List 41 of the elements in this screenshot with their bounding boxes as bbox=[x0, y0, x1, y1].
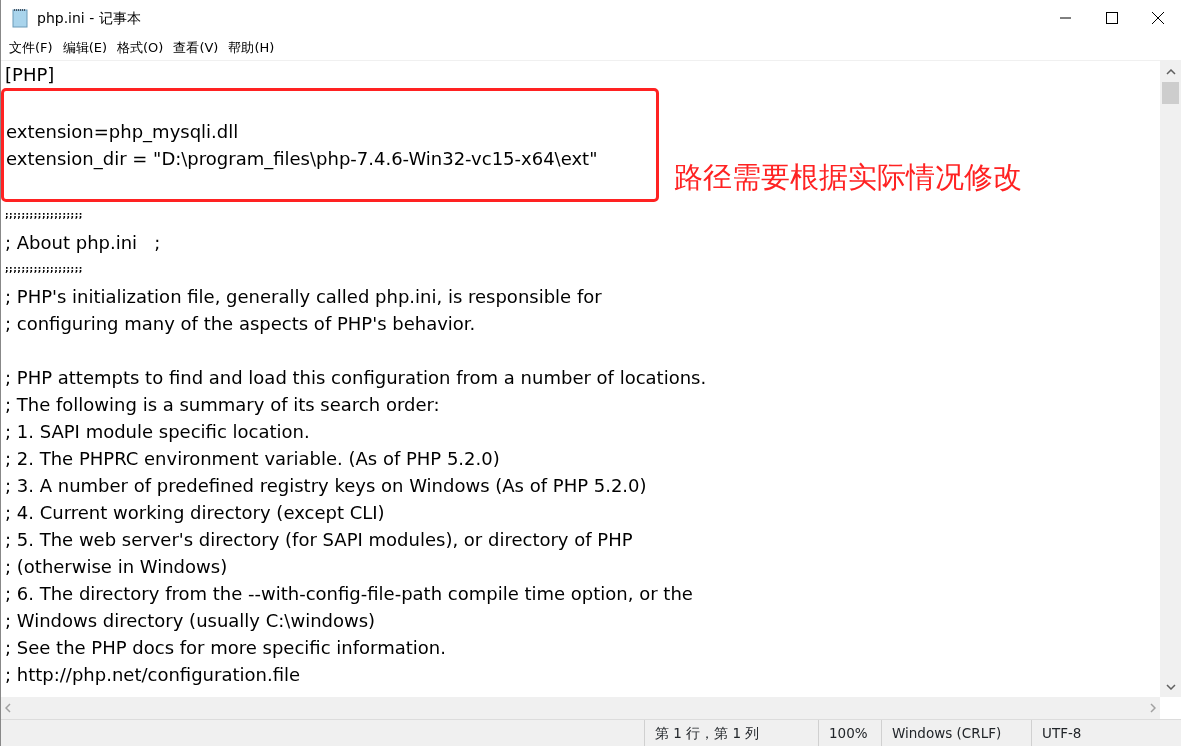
code-line: ; About php.ini ; bbox=[5, 231, 162, 255]
scroll-right-icon[interactable] bbox=[1150, 703, 1156, 713]
code-line: ; configuring many of the aspects of PHP's behavior. bbox=[5, 312, 477, 336]
annotation-text: 路径需要根据实际情况修改 bbox=[674, 158, 1022, 196]
menu-item[interactable]: 文件(F) bbox=[4, 38, 58, 58]
code-line: extension=php_mysqli.dll bbox=[6, 120, 240, 145]
code-line: ; 5. The web server's directory (for SAPI modules), or directory of PHP bbox=[5, 528, 634, 552]
scrollbar-thumb[interactable] bbox=[1162, 82, 1179, 104]
code-line: extension_dir = "D:\program_files\php-7.4.6-Win32-vc15-x64\ext" bbox=[6, 147, 599, 172]
code-line: ; Windows directory (usually C:\windows) bbox=[5, 609, 377, 633]
window-title: php.ini - 记事本 bbox=[37, 8, 141, 28]
status-text: UTF-8 bbox=[1031, 720, 1171, 746]
menu-item[interactable]: 查看(V) bbox=[168, 38, 224, 58]
code-line: ; The following is a summary of its search order: bbox=[5, 393, 441, 417]
code-line: [PHP] bbox=[5, 63, 56, 87]
status-text: Windows (CRLF) bbox=[881, 720, 1031, 746]
scroll-left-icon[interactable] bbox=[5, 703, 11, 713]
close-icon bbox=[1152, 12, 1164, 24]
code-line: ; http://php.net/configuration.file bbox=[5, 663, 302, 687]
menu-item[interactable]: 编辑(E) bbox=[57, 38, 112, 58]
code-line: ; (otherwise in Windows) bbox=[5, 555, 229, 579]
vertical-scrollbar[interactable] bbox=[1160, 61, 1181, 697]
code-line: ; See the PHP docs for more specific information. bbox=[5, 636, 447, 660]
scroll-down-icon[interactable] bbox=[1165, 683, 1176, 690]
separator-line: ;;;;;;;;;;;;;;;;;;; bbox=[5, 209, 84, 222]
code-line: ; 1. SAPI module specific location. bbox=[5, 420, 311, 444]
maximize-icon bbox=[1106, 12, 1118, 24]
code-line: ; PHP attempts to find and load this configuration from a number of locations. bbox=[5, 366, 708, 390]
code-line: ; 2. The PHPRC environment variable. (As of PHP 5.2.0) bbox=[5, 447, 501, 471]
separator-line: ;;;;;;;;;;;;;;;;;;; bbox=[5, 263, 84, 276]
code-line: ; PHP's initialization file, generally called php.ini, is responsible for bbox=[5, 285, 603, 309]
menu-item[interactable]: 格式(O) bbox=[112, 38, 169, 58]
status-text: 100% bbox=[818, 720, 881, 746]
code-line: ; 4. Current working directory (except CLI) bbox=[5, 501, 386, 525]
status-text: 第 1 行，第 1 列 bbox=[644, 720, 818, 746]
scroll-up-icon[interactable] bbox=[1165, 68, 1176, 75]
code-line: ; 6. The directory from the --with-config-file-path compile time option, or the bbox=[5, 582, 694, 606]
horizontal-scrollbar[interactable] bbox=[1, 697, 1160, 719]
notepad-icon bbox=[11, 8, 29, 28]
menu-item[interactable]: 帮助(H) bbox=[223, 38, 280, 58]
code-line: ; 3. A number of predefined registry keys on Windows (As of PHP 5.2.0) bbox=[5, 474, 648, 498]
